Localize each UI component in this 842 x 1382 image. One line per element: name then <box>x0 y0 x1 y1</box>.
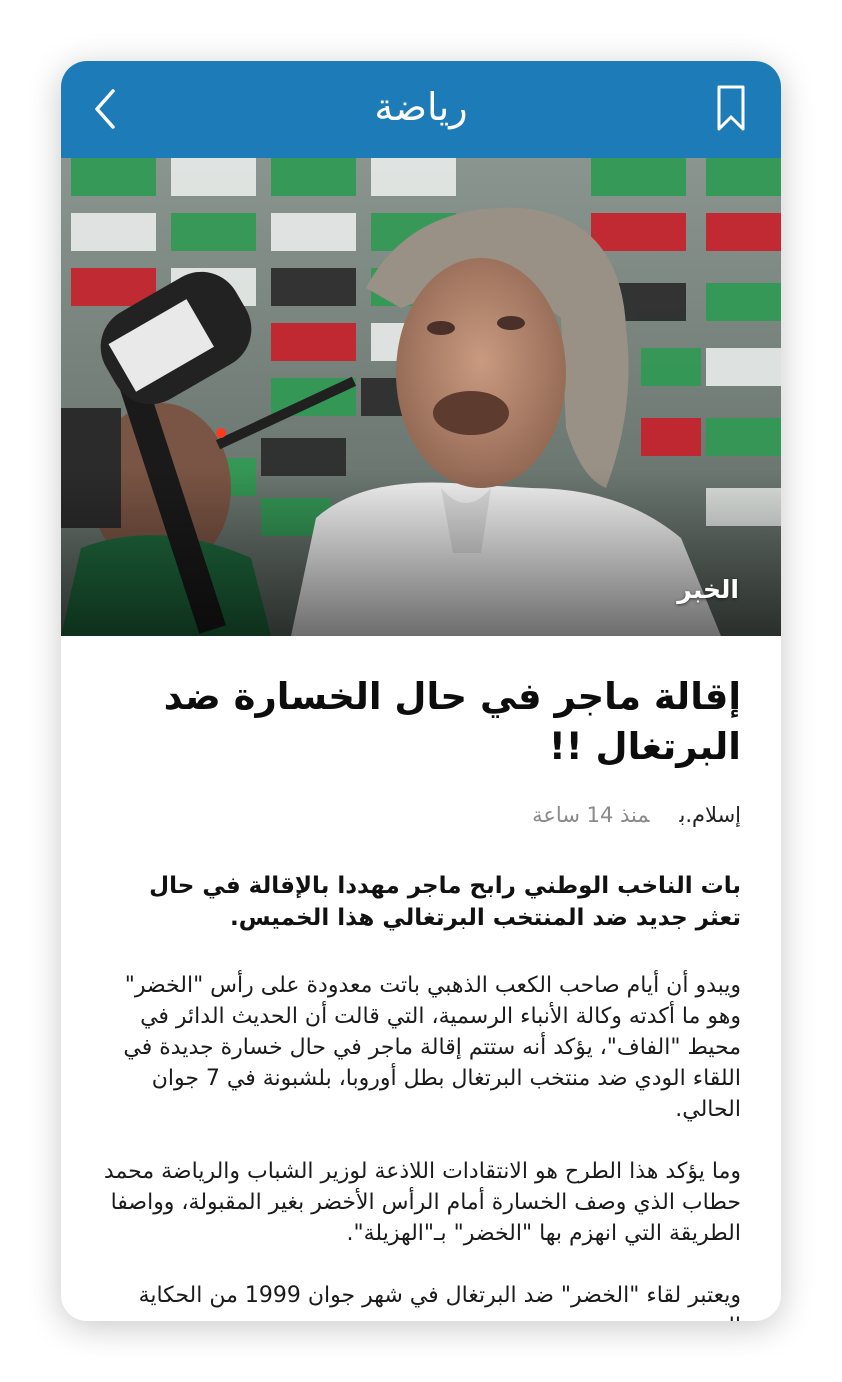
article-paragraph: وما يؤكد هذا الطرح هو الانتقادات اللاذعة… <box>103 1159 741 1246</box>
article-paragraph: ويعتبر لقاء "الخضر" ضد البرتغال في شهر ج… <box>138 1283 741 1321</box>
phone-screen: رياضة الخبر إقالة ماجر في حال الخسارة ضد… <box>61 61 781 1321</box>
bookmark-icon <box>717 85 745 131</box>
top-bar: رياضة <box>61 61 781 158</box>
bookmark-button[interactable] <box>711 83 751 135</box>
image-source-label: الخبر <box>677 575 739 604</box>
article-lead: بات الناخب الوطني رابح ماجر مهددا بالإقا… <box>149 873 741 931</box>
article-title: إقالة ماجر في حال الخسارة ضد البرتغال !! <box>163 675 741 768</box>
article-meta: إسلام.ب منذ 14 ساعة <box>101 800 741 830</box>
page-title: رياضة <box>374 85 468 129</box>
article-body: إقالة ماجر في حال الخسارة ضد البرتغال !!… <box>101 636 741 1321</box>
article-time: منذ 14 ساعة <box>532 803 650 827</box>
press-conference-photo <box>61 158 781 636</box>
article-hero-image: الخبر <box>61 158 781 636</box>
article-author[interactable]: إسلام.ب <box>680 803 741 827</box>
article-paragraph: ويبدو أن أيام صاحب الكعب الذهبي باتت معد… <box>123 973 741 1122</box>
